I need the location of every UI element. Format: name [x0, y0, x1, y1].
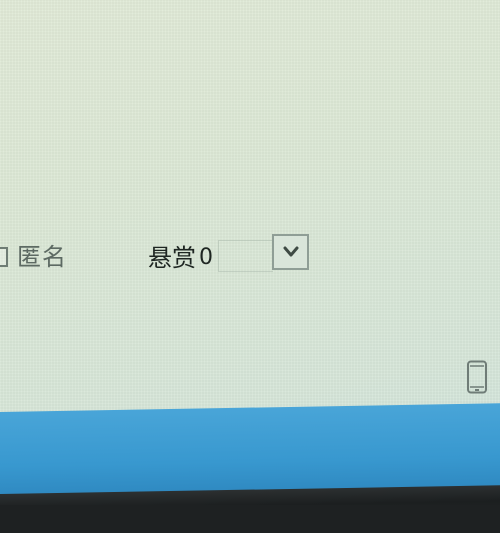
screen: 匿名 悬赏 0: [0, 0, 500, 533]
reward-dropdown-button[interactable]: [272, 234, 309, 270]
content-area: 匿名 悬赏 0: [0, 0, 500, 418]
question-options-row: 匿名 悬赏 0: [0, 234, 500, 276]
chevron-down-icon: [283, 246, 299, 257]
reward-value: 0: [199, 245, 213, 270]
monitor-bezel-base: [0, 505, 500, 533]
reward-select[interactable]: [218, 240, 273, 272]
reward-label: 悬赏: [148, 244, 196, 272]
anonymous-checkbox[interactable]: [0, 247, 8, 267]
mobile-phone-icon[interactable]: [466, 360, 488, 394]
anonymous-label: 匿名: [17, 243, 67, 271]
